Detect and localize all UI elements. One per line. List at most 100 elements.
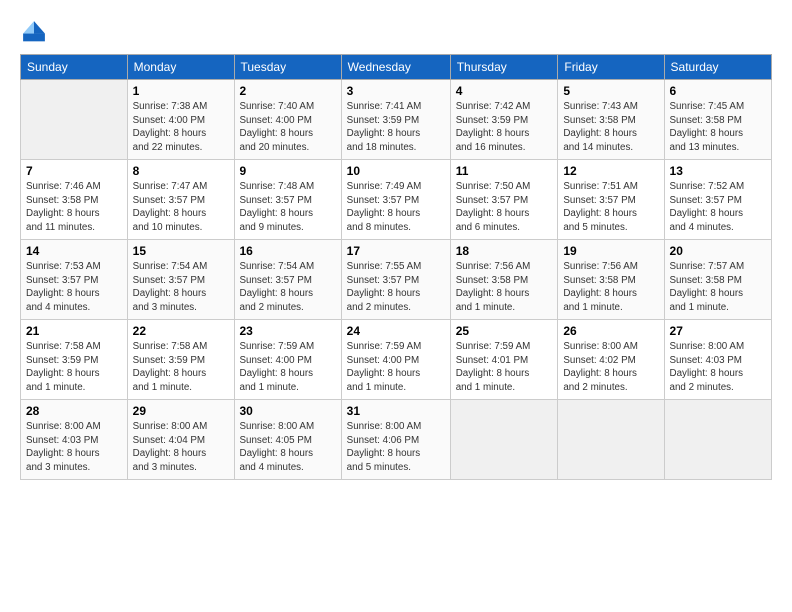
day-info: Sunrise: 7:56 AMSunset: 3:58 PMDaylight:…	[563, 260, 658, 315]
calendar-week-row: 28Sunrise: 8:00 AMSunset: 4:03 PMDayligh…	[21, 400, 772, 480]
calendar-week-row: 1Sunrise: 7:38 AMSunset: 4:00 PMDaylight…	[21, 80, 772, 160]
calendar-cell: 27 Sunrise: 8:00 AMSunset: 4:03 PMDayligh…	[664, 320, 771, 400]
day-info: Sunrise: 7:53 AMSunset: 3:57 PMDaylight:…	[26, 260, 122, 315]
calendar-cell: 5 Sunrise: 7:43 AMSunset: 3:58 PMDaylight…	[558, 80, 664, 160]
weekday-header-thursday: Thursday	[450, 55, 558, 80]
day-info: Sunrise: 7:40 AMSunset: 4:00 PMDaylight:…	[240, 100, 336, 155]
day-number: 4	[456, 84, 553, 98]
page: SundayMondayTuesdayWednesdayThursdayFrid…	[0, 0, 792, 612]
calendar-cell	[450, 400, 558, 480]
day-number: 21	[26, 324, 122, 338]
day-number: 17	[347, 244, 445, 258]
calendar-week-row: 14Sunrise: 7:53 AMSunset: 3:57 PMDayligh…	[21, 240, 772, 320]
calendar-cell: 4 Sunrise: 7:42 AMSunset: 3:59 PMDaylight…	[450, 80, 558, 160]
day-number: 20	[670, 244, 766, 258]
calendar-cell: 30Sunrise: 8:00 AMSunset: 4:05 PMDayligh…	[234, 400, 341, 480]
day-info: Sunrise: 7:57 AMSunset: 3:58 PMDaylight:…	[670, 260, 766, 315]
day-number: 31	[347, 404, 445, 418]
calendar-cell: 3 Sunrise: 7:41 AMSunset: 3:59 PMDaylight…	[341, 80, 450, 160]
day-info: Sunrise: 7:52 AMSunset: 3:57 PMDaylight:…	[670, 180, 766, 235]
day-info: Sunrise: 8:00 AMSunset: 4:05 PMDaylight:…	[240, 420, 336, 475]
day-number: 16	[240, 244, 336, 258]
day-info: Sunrise: 8:00 AMSunset: 4:02 PMDaylight:…	[563, 340, 658, 395]
day-number: 15	[133, 244, 229, 258]
day-number: 29	[133, 404, 229, 418]
day-number: 27	[670, 324, 766, 338]
day-info: Sunrise: 7:43 AMSunset: 3:58 PMDaylight:…	[563, 100, 658, 155]
day-number: 22	[133, 324, 229, 338]
day-info: Sunrise: 8:00 AMSunset: 4:06 PMDaylight:…	[347, 420, 445, 475]
weekday-header-saturday: Saturday	[664, 55, 771, 80]
calendar-cell: 31 Sunrise: 8:00 AMSunset: 4:06 PMDayligh…	[341, 400, 450, 480]
day-number: 5	[563, 84, 658, 98]
weekday-header-tuesday: Tuesday	[234, 55, 341, 80]
calendar-cell: 20 Sunrise: 7:57 AMSunset: 3:58 PMDayligh…	[664, 240, 771, 320]
day-info: Sunrise: 7:58 AMSunset: 3:59 PMDaylight:…	[133, 340, 229, 395]
calendar-cell: 13 Sunrise: 7:52 AMSunset: 3:57 PMDayligh…	[664, 160, 771, 240]
calendar-cell: 22 Sunrise: 7:58 AMSunset: 3:59 PMDayligh…	[127, 320, 234, 400]
day-number: 26	[563, 324, 658, 338]
day-info: Sunrise: 7:56 AMSunset: 3:58 PMDaylight:…	[456, 260, 553, 315]
calendar-cell: 1Sunrise: 7:38 AMSunset: 4:00 PMDaylight…	[127, 80, 234, 160]
calendar-cell: 26 Sunrise: 8:00 AMSunset: 4:02 PMDayligh…	[558, 320, 664, 400]
day-number: 23	[240, 324, 336, 338]
calendar-cell: 7 Sunrise: 7:46 AMSunset: 3:58 PMDaylight…	[21, 160, 128, 240]
day-number: 8	[133, 164, 229, 178]
day-info: Sunrise: 7:41 AMSunset: 3:59 PMDaylight:…	[347, 100, 445, 155]
day-info: Sunrise: 7:46 AMSunset: 3:58 PMDaylight:…	[26, 180, 122, 235]
day-number: 6	[670, 84, 766, 98]
calendar-cell: 10 Sunrise: 7:49 AMSunset: 3:57 PMDayligh…	[341, 160, 450, 240]
day-number: 7	[26, 164, 122, 178]
calendar-cell: 23 Sunrise: 7:59 AMSunset: 4:00 PMDayligh…	[234, 320, 341, 400]
day-number: 12	[563, 164, 658, 178]
day-info: Sunrise: 7:51 AMSunset: 3:57 PMDaylight:…	[563, 180, 658, 235]
calendar-table: SundayMondayTuesdayWednesdayThursdayFrid…	[20, 54, 772, 480]
calendar-cell	[664, 400, 771, 480]
calendar-cell: 9Sunrise: 7:48 AMSunset: 3:57 PMDaylight…	[234, 160, 341, 240]
logo	[20, 18, 52, 46]
day-info: Sunrise: 7:49 AMSunset: 3:57 PMDaylight:…	[347, 180, 445, 235]
calendar-week-row: 7 Sunrise: 7:46 AMSunset: 3:58 PMDaylight…	[21, 160, 772, 240]
day-number: 13	[670, 164, 766, 178]
day-info: Sunrise: 8:00 AMSunset: 4:03 PMDaylight:…	[26, 420, 122, 475]
calendar-cell: 17 Sunrise: 7:55 AMSunset: 3:57 PMDayligh…	[341, 240, 450, 320]
calendar-cell: 16 Sunrise: 7:54 AMSunset: 3:57 PMDayligh…	[234, 240, 341, 320]
day-info: Sunrise: 7:54 AMSunset: 3:57 PMDaylight:…	[133, 260, 229, 315]
weekday-header-monday: Monday	[127, 55, 234, 80]
calendar-cell: 15 Sunrise: 7:54 AMSunset: 3:57 PMDayligh…	[127, 240, 234, 320]
calendar-cell	[558, 400, 664, 480]
day-info: Sunrise: 7:45 AMSunset: 3:58 PMDaylight:…	[670, 100, 766, 155]
calendar-cell: 12 Sunrise: 7:51 AMSunset: 3:57 PMDayligh…	[558, 160, 664, 240]
day-info: Sunrise: 7:38 AMSunset: 4:00 PMDaylight:…	[133, 100, 229, 155]
day-info: Sunrise: 8:00 AMSunset: 4:03 PMDaylight:…	[670, 340, 766, 395]
calendar-week-row: 21 Sunrise: 7:58 AMSunset: 3:59 PMDayligh…	[21, 320, 772, 400]
day-number: 11	[456, 164, 553, 178]
calendar-cell: 18 Sunrise: 7:56 AMSunset: 3:58 PMDayligh…	[450, 240, 558, 320]
calendar-cell: 2 Sunrise: 7:40 AMSunset: 4:00 PMDaylight…	[234, 80, 341, 160]
day-info: Sunrise: 8:00 AMSunset: 4:04 PMDaylight:…	[133, 420, 229, 475]
day-info: Sunrise: 7:42 AMSunset: 3:59 PMDaylight:…	[456, 100, 553, 155]
weekday-header-sunday: Sunday	[21, 55, 128, 80]
calendar-cell: 19Sunrise: 7:56 AMSunset: 3:58 PMDayligh…	[558, 240, 664, 320]
calendar-cell: 6 Sunrise: 7:45 AMSunset: 3:58 PMDaylight…	[664, 80, 771, 160]
calendar-cell: 21Sunrise: 7:58 AMSunset: 3:59 PMDayligh…	[21, 320, 128, 400]
calendar-header-row: SundayMondayTuesdayWednesdayThursdayFrid…	[21, 55, 772, 80]
calendar-cell: 24 Sunrise: 7:59 AMSunset: 4:00 PMDayligh…	[341, 320, 450, 400]
weekday-header-friday: Friday	[558, 55, 664, 80]
calendar-cell: 11 Sunrise: 7:50 AMSunset: 3:57 PMDayligh…	[450, 160, 558, 240]
day-number: 2	[240, 84, 336, 98]
calendar-cell: 25Sunrise: 7:59 AMSunset: 4:01 PMDayligh…	[450, 320, 558, 400]
calendar-cell: 8 Sunrise: 7:47 AMSunset: 3:57 PMDaylight…	[127, 160, 234, 240]
day-info: Sunrise: 7:50 AMSunset: 3:57 PMDaylight:…	[456, 180, 553, 235]
day-info: Sunrise: 7:59 AMSunset: 4:00 PMDaylight:…	[240, 340, 336, 395]
day-number: 18	[456, 244, 553, 258]
day-info: Sunrise: 7:47 AMSunset: 3:57 PMDaylight:…	[133, 180, 229, 235]
day-info: Sunrise: 7:59 AMSunset: 4:00 PMDaylight:…	[347, 340, 445, 395]
header	[20, 18, 772, 46]
day-info: Sunrise: 7:55 AMSunset: 3:57 PMDaylight:…	[347, 260, 445, 315]
day-info: Sunrise: 7:54 AMSunset: 3:57 PMDaylight:…	[240, 260, 336, 315]
day-number: 10	[347, 164, 445, 178]
day-number: 24	[347, 324, 445, 338]
day-number: 25	[456, 324, 553, 338]
day-number: 3	[347, 84, 445, 98]
